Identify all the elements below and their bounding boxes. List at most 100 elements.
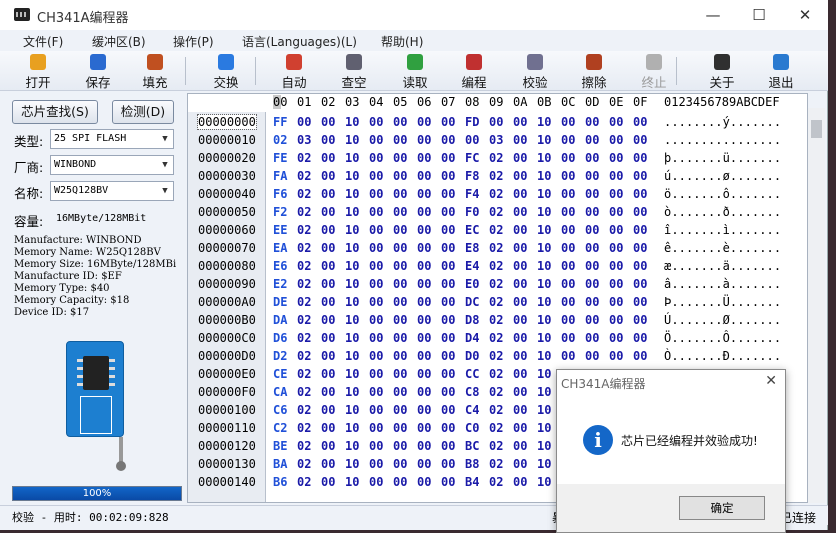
hex-byte[interactable]: 00: [417, 277, 431, 291]
hex-byte[interactable]: EE: [273, 223, 287, 237]
hex-byte[interactable]: 00: [633, 133, 647, 147]
hex-byte[interactable]: 00: [561, 259, 575, 273]
hex-byte[interactable]: 00: [441, 421, 455, 435]
hex-byte[interactable]: DC: [465, 295, 479, 309]
hex-byte[interactable]: 00: [393, 133, 407, 147]
hex-byte[interactable]: 00: [321, 259, 335, 273]
hex-byte[interactable]: 02: [297, 295, 311, 309]
hex-row[interactable]: 00000050 F2 02 00 10 00 00 00 00 F0 02 00 10 00 00 00 00…: [188, 203, 807, 221]
hex-byte[interactable]: 00: [417, 385, 431, 399]
hex-byte[interactable]: 00: [609, 223, 623, 237]
hex-byte[interactable]: FA: [273, 169, 287, 183]
hex-byte[interactable]: 00: [513, 457, 527, 471]
hex-byte[interactable]: 00: [369, 295, 383, 309]
hex-byte[interactable]: 00: [369, 367, 383, 381]
hex-row[interactable]: 00000080 E6 02 00 10 00 00 00 00 E4 02 00 10 00 00 00 00…: [188, 257, 807, 275]
hex-byte[interactable]: 00: [609, 331, 623, 345]
hex-byte[interactable]: 10: [537, 313, 551, 327]
hex-byte[interactable]: 00: [633, 187, 647, 201]
hex-byte[interactable]: 00: [369, 241, 383, 255]
hex-byte[interactable]: 00: [441, 385, 455, 399]
minimize-button[interactable]: —: [690, 2, 736, 28]
hex-byte[interactable]: 00: [297, 115, 311, 129]
hex-byte[interactable]: 10: [537, 331, 551, 345]
hex-byte[interactable]: 10: [345, 295, 359, 309]
hex-byte[interactable]: 00: [441, 295, 455, 309]
hex-byte[interactable]: 00: [441, 457, 455, 471]
hex-byte[interactable]: 00: [321, 187, 335, 201]
hex-byte[interactable]: 00: [321, 421, 335, 435]
toolbar-button-2[interactable]: 填充: [128, 52, 182, 90]
hex-byte[interactable]: 00: [633, 169, 647, 183]
hex-byte[interactable]: 00: [585, 349, 599, 363]
hex-byte[interactable]: 00: [417, 439, 431, 453]
hex-byte[interactable]: 02: [297, 169, 311, 183]
hex-byte[interactable]: 10: [537, 457, 551, 471]
hex-byte[interactable]: 02: [489, 457, 503, 471]
hex-byte[interactable]: 00: [417, 349, 431, 363]
hex-byte[interactable]: 00: [513, 439, 527, 453]
hex-byte[interactable]: 03: [489, 133, 503, 147]
hex-byte[interactable]: 10: [537, 295, 551, 309]
hex-byte[interactable]: 10: [537, 151, 551, 165]
hex-byte[interactable]: DE: [273, 295, 287, 309]
hex-byte[interactable]: 00: [417, 241, 431, 255]
hex-byte[interactable]: 00: [513, 169, 527, 183]
hex-byte[interactable]: 00: [489, 115, 503, 129]
hex-byte[interactable]: 00: [369, 313, 383, 327]
hex-row[interactable]: 000000B0 DA 02 00 10 00 00 00 00 D8 02 00 10 00 00 00 00…: [188, 311, 807, 329]
hex-byte[interactable]: 00: [417, 187, 431, 201]
hex-byte[interactable]: 10: [345, 313, 359, 327]
hex-byte[interactable]: 00: [393, 475, 407, 489]
hex-byte[interactable]: 10: [537, 439, 551, 453]
hex-byte[interactable]: 00: [609, 349, 623, 363]
toolbar-button-10[interactable]: 终止: [627, 52, 681, 90]
hex-byte[interactable]: 02: [489, 259, 503, 273]
hex-byte[interactable]: EA: [273, 241, 287, 255]
hex-byte[interactable]: B4: [465, 475, 479, 489]
hex-byte[interactable]: 00: [513, 241, 527, 255]
hex-byte[interactable]: 00: [369, 277, 383, 291]
hex-byte[interactable]: 00: [633, 151, 647, 165]
hex-byte[interactable]: 00: [369, 385, 383, 399]
hex-byte[interactable]: 00: [561, 349, 575, 363]
hex-byte[interactable]: 00: [321, 385, 335, 399]
hex-byte[interactable]: 00: [369, 259, 383, 273]
hex-row[interactable]: 00000020 FE 02 00 10 00 00 00 00 FC 02 00 10 00 00 00 00…: [188, 149, 807, 167]
hex-byte[interactable]: 10: [345, 187, 359, 201]
hex-byte[interactable]: 00: [585, 151, 599, 165]
hex-byte[interactable]: 00: [465, 133, 479, 147]
hex-byte[interactable]: 00: [393, 241, 407, 255]
hex-byte[interactable]: 00: [417, 115, 431, 129]
toolbar-button-11[interactable]: 关于: [695, 52, 749, 90]
hex-byte[interactable]: 00: [321, 367, 335, 381]
hex-byte[interactable]: 10: [537, 385, 551, 399]
hex-byte[interactable]: 02: [273, 133, 287, 147]
hex-byte[interactable]: 00: [321, 295, 335, 309]
hex-byte[interactable]: 00: [321, 349, 335, 363]
hex-byte[interactable]: 02: [297, 331, 311, 345]
hex-byte[interactable]: 10: [345, 115, 359, 129]
toolbar-button-3[interactable]: 交换: [199, 52, 253, 90]
hex-byte[interactable]: D4: [465, 331, 479, 345]
hex-byte[interactable]: 00: [417, 259, 431, 273]
hex-byte[interactable]: 00: [609, 205, 623, 219]
hex-byte[interactable]: 02: [489, 313, 503, 327]
hex-byte[interactable]: 10: [537, 475, 551, 489]
hex-row[interactable]: 00000010 02 03 00 10 00 00 00 00 00 03 00 10 00 00 00 00…: [188, 131, 807, 149]
hex-byte[interactable]: 03: [297, 133, 311, 147]
hex-byte[interactable]: 00: [441, 331, 455, 345]
hex-byte[interactable]: F0: [465, 205, 479, 219]
toolbar-button-0[interactable]: 打开: [11, 52, 65, 90]
hex-row[interactable]: 00000090 E2 02 00 10 00 00 00 00 E0 02 00 10 00 00 00 00…: [188, 275, 807, 293]
hex-byte[interactable]: 00: [441, 241, 455, 255]
hex-row[interactable]: 00000000 FF 00 00 10 00 00 00 00 FD 00 00 10 00 00 00 00…: [188, 113, 807, 131]
hex-byte[interactable]: 00: [369, 349, 383, 363]
hex-row[interactable]: 00000040 F6 02 00 10 00 00 00 00 F4 02 00 10 00 00 00 00…: [188, 185, 807, 203]
hex-byte[interactable]: 00: [393, 277, 407, 291]
hex-byte[interactable]: 00: [369, 457, 383, 471]
check-button[interactable]: 检测(D): [112, 100, 174, 124]
hex-byte[interactable]: 00: [417, 331, 431, 345]
hex-byte[interactable]: 02: [489, 187, 503, 201]
hex-byte[interactable]: 02: [489, 349, 503, 363]
